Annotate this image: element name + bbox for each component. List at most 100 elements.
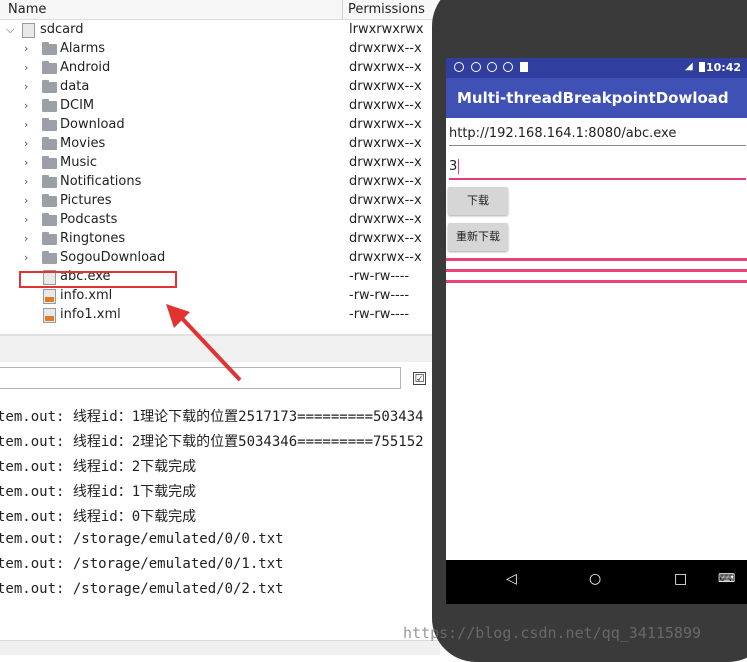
app-title: Multi-threadBreakpointDowload [457, 89, 729, 107]
tree-row-label: Movies [60, 136, 106, 151]
chevron-right-icon[interactable]: › [24, 118, 34, 132]
tree-row-sdcard[interactable]: ⌵ sdcard lrwxrwxrwx [0, 21, 440, 40]
tree-row-permissions: drwxrwx--x [349, 155, 422, 170]
permissions-column-header[interactable]: Permissions [348, 2, 425, 17]
download-button[interactable]: 下载 [448, 187, 508, 215]
url-input-value: http://192.168.164.1:8080/abc.exe [449, 126, 677, 141]
tree-row-label: DCIM [60, 98, 95, 113]
tree-row-folder[interactable]: › Movies drwxrwx--x [0, 135, 440, 154]
chevron-right-icon[interactable]: › [24, 156, 34, 170]
sdcard-link-icon [22, 23, 35, 38]
chevron-right-icon[interactable]: › [24, 42, 34, 56]
console-log-line: tem.out: 线程id：1理论下载的位置2517173=========50… [0, 409, 424, 425]
tree-row-folder[interactable]: › data drwxrwx--x [0, 78, 440, 97]
text-caret [458, 159, 459, 174]
tree-row-permissions: drwxrwx--x [349, 212, 422, 227]
console-horizontal-scrollbar[interactable] [0, 640, 440, 655]
tree-row-permissions: drwxrwx--x [349, 79, 422, 94]
tree-row-permissions: drwxrwx--x [349, 193, 422, 208]
chevron-right-icon[interactable]: › [24, 213, 34, 227]
tree-row-permissions: drwxrwx--x [349, 117, 422, 132]
tree-row-label: Android [60, 60, 111, 75]
tree-row-folder[interactable]: › Ringtones drwxrwx--x [0, 230, 440, 249]
tree-row-permissions: drwxrwx--x [349, 60, 422, 75]
tree-row-permissions: drwxrwx--x [349, 98, 422, 113]
tree-row-permissions: drwxrwx--x [349, 231, 422, 246]
console-log-line: tem.out: 线程id：2理论下载的位置5034346=========75… [0, 434, 424, 450]
tree-row-permissions: -rw-rw---- [349, 307, 410, 322]
progress-bar-thread-0 [446, 258, 747, 261]
chevron-right-icon[interactable]: › [24, 232, 34, 246]
chevron-right-icon[interactable]: › [24, 137, 34, 151]
progress-bar-thread-1 [446, 269, 747, 272]
status-time: 10:42 [705, 61, 741, 74]
tree-row-permissions: drwxrwx--x [349, 250, 422, 265]
tree-row-folder[interactable]: › Notifications drwxrwx--x [0, 173, 440, 192]
tree-row-folder[interactable]: › DCIM drwxrwx--x [0, 97, 440, 116]
chevron-right-icon[interactable]: › [24, 99, 34, 113]
tree-row-label: info.xml [60, 288, 113, 303]
name-column-header[interactable]: Name [8, 2, 46, 17]
column-separator[interactable] [342, 0, 343, 19]
tree-row-label: sdcard [40, 22, 84, 37]
tree-row-folder[interactable]: › Android drwxrwx--x [0, 59, 440, 78]
xml-file-icon [43, 289, 56, 304]
folder-icon [42, 213, 57, 226]
folder-icon [42, 194, 57, 207]
tree-row-folder[interactable]: › SogouDownload drwxrwx--x [0, 249, 440, 268]
tree-row-label: SogouDownload [60, 250, 166, 265]
tree-row-label: Download [60, 117, 125, 132]
tree-row-folder[interactable]: › Alarms drwxrwx--x [0, 40, 440, 59]
notification-icon [454, 62, 464, 72]
folder-icon [42, 251, 57, 264]
keyboard-icon[interactable]: ⌨ [718, 571, 735, 585]
folder-icon [42, 80, 57, 93]
tree-row-label: Ringtones [60, 231, 126, 246]
tree-row-folder[interactable]: › Podcasts drwxrwx--x [0, 211, 440, 230]
folder-icon [42, 118, 57, 131]
tree-row-label: Music [60, 155, 97, 170]
thread-count-input[interactable]: 3 [449, 157, 746, 180]
back-icon[interactable]: ◁ [506, 571, 517, 587]
chevron-right-icon[interactable]: › [24, 251, 34, 265]
chevron-right-icon[interactable]: › [24, 175, 34, 189]
folder-icon [42, 156, 57, 169]
tree-row-folder[interactable]: › Music drwxrwx--x [0, 154, 440, 173]
chevron-right-icon[interactable]: › [24, 80, 34, 94]
explorer-header: Name Permissions [0, 0, 440, 20]
tree-row-folder[interactable]: › Pictures drwxrwx--x [0, 192, 440, 211]
notification-icon [471, 62, 481, 72]
tree-row-label: Alarms [60, 41, 106, 56]
progress-bar-thread-2 [446, 280, 747, 283]
xml-file-icon [43, 308, 56, 323]
redownload-button[interactable]: 重新下载 [448, 223, 508, 251]
folder-icon [42, 232, 57, 245]
console-log-line: tem.out: 线程id：2下载完成 [0, 459, 197, 475]
notification-icon [487, 62, 497, 72]
recents-icon[interactable]: □ [674, 571, 687, 587]
chevron-right-icon[interactable]: › [24, 61, 34, 75]
tree-row-folder[interactable]: › Download drwxrwx--x [0, 116, 440, 135]
tree-row-permissions: drwxrwx--x [349, 41, 422, 56]
status-bar: ◢ 10:42 [446, 58, 747, 78]
sd-card-icon [520, 62, 528, 72]
url-input[interactable]: http://192.168.164.1:8080/abc.exe [449, 125, 746, 146]
tree-row-permissions: -rw-rw---- [349, 288, 410, 303]
tree-row-label: data [60, 79, 90, 94]
console-log-line: tem.out: 线程id：1下载完成 [0, 484, 197, 500]
tree-row-permissions: -rw-rw---- [349, 269, 410, 284]
tree-row-label: Podcasts [60, 212, 118, 227]
tree-row-label: Pictures [60, 193, 112, 208]
chevron-down-icon[interactable]: ⌵ [6, 23, 16, 37]
app-bar: Multi-threadBreakpointDowload [446, 78, 747, 118]
phone-screen: ◢ 10:42 Multi-threadBreakpointDowload ht… [446, 58, 747, 604]
tree-row-label: info1.xml [60, 307, 121, 322]
console-log: tem.out: 线程id：1理论下载的位置2517173=========50… [0, 384, 440, 634]
home-icon[interactable]: ○ [589, 571, 601, 587]
folder-icon [42, 175, 57, 188]
folder-icon [42, 99, 57, 112]
console-log-line: tem.out: /storage/emulated/0/1.txt [0, 556, 284, 572]
watermark: https://blog.csdn.net/qq_34115899 [403, 624, 702, 642]
chevron-right-icon[interactable]: › [24, 194, 34, 208]
navigation-bar: ◁ ○ □ ⌨ [446, 560, 747, 604]
